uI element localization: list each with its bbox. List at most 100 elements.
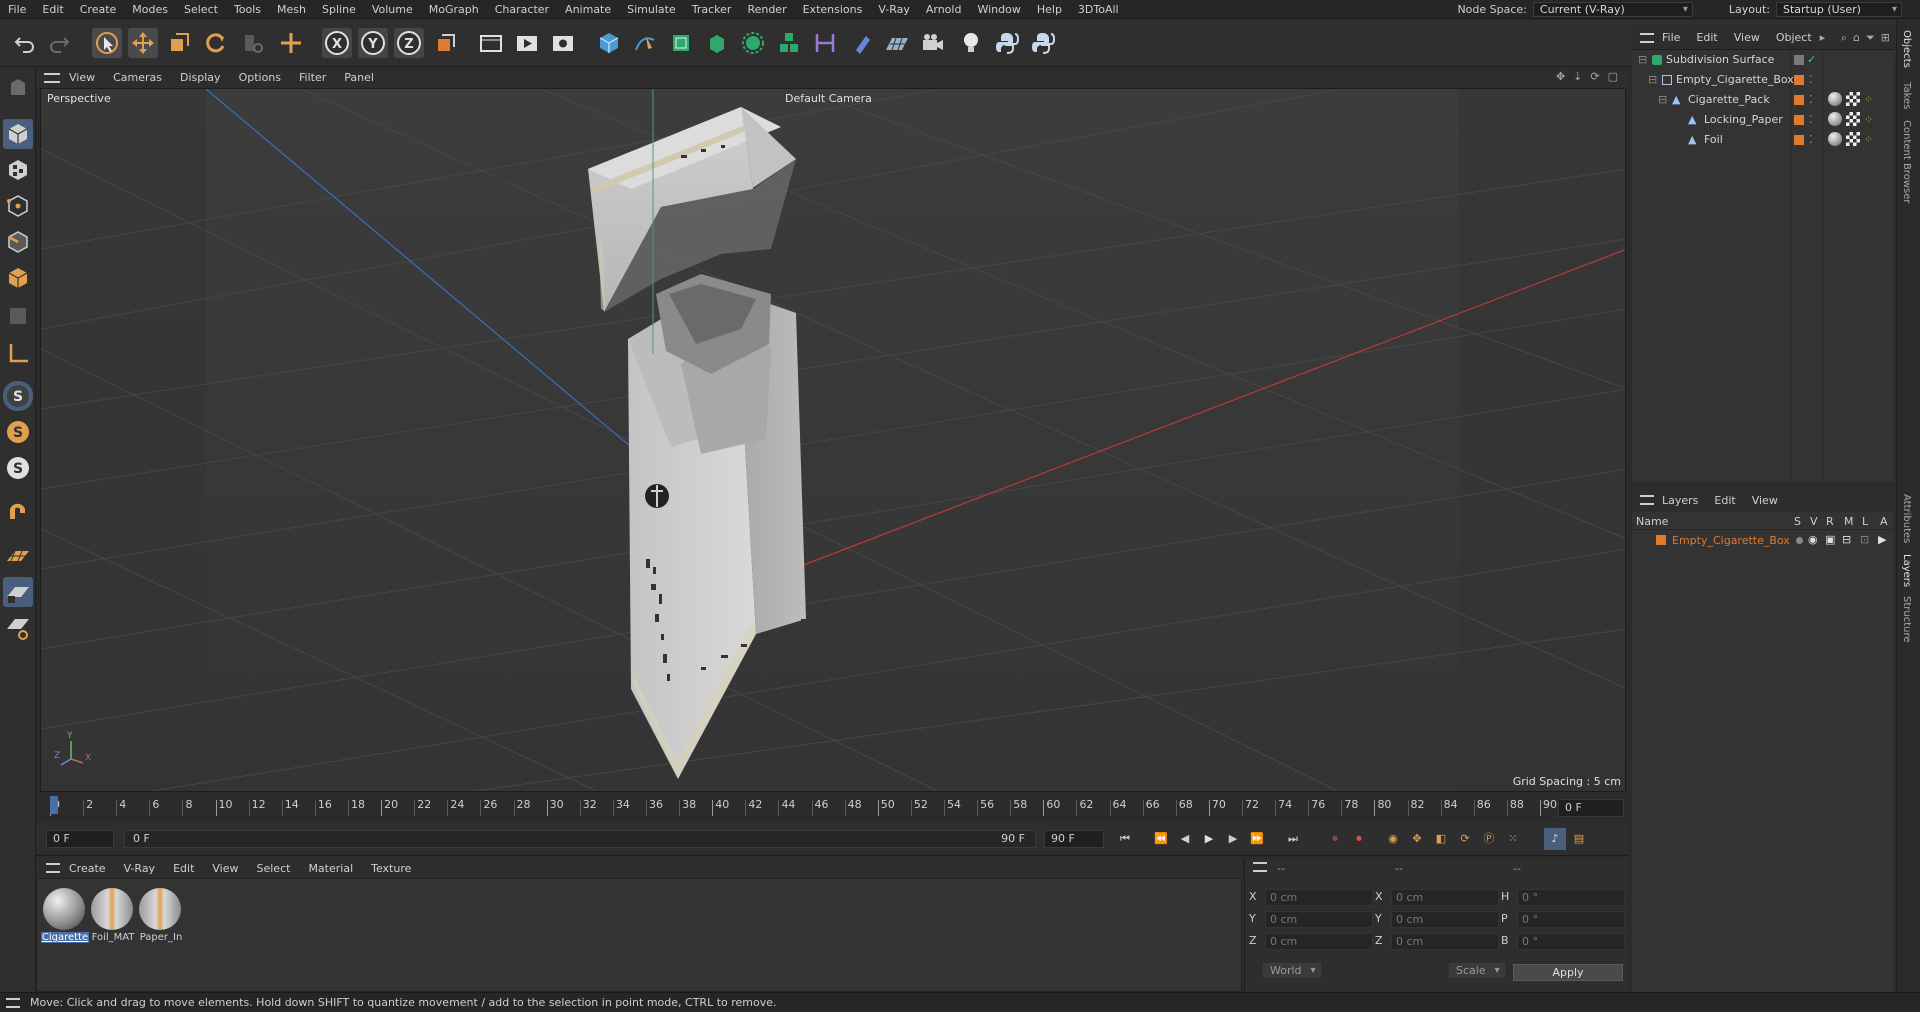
next-key-icon[interactable]: ⏩	[1246, 828, 1268, 850]
menu-create[interactable]: Create	[72, 0, 125, 19]
x-axis-lock-icon[interactable]: X	[322, 28, 352, 58]
prev-key-icon[interactable]: ⏪	[1150, 828, 1172, 850]
menu-arnold[interactable]: Arnold	[918, 0, 970, 19]
uvw-tag-icon[interactable]	[1846, 112, 1860, 126]
material-menu-create[interactable]: Create	[60, 862, 115, 875]
menu-tools[interactable]: Tools	[226, 0, 269, 19]
render-picture-viewer-icon[interactable]	[512, 28, 542, 58]
pen-spline-icon[interactable]	[630, 28, 660, 58]
menu-3dtoall[interactable]: 3DToAll	[1070, 0, 1127, 19]
go-to-end-icon[interactable]: ⏭	[1282, 828, 1304, 850]
deformer-icon[interactable]	[810, 28, 840, 58]
uvw-tag-icon[interactable]	[1846, 92, 1860, 106]
rotation-h-field[interactable]: 0 °	[1517, 889, 1625, 906]
tab-takes[interactable]: Takes	[1901, 82, 1912, 109]
menu-mesh[interactable]: Mesh	[269, 0, 314, 19]
position-y-field[interactable]: 0 cm	[1265, 911, 1373, 928]
material-hamburger-icon[interactable]	[46, 863, 60, 873]
tree-row-empty-cigarette-box[interactable]: ⊟ Empty_Cigarette_Box ⁚	[1632, 70, 1894, 90]
material-menu-material[interactable]: Material	[299, 862, 362, 875]
menu-edit[interactable]: Edit	[34, 0, 71, 19]
layer-name[interactable]: Empty_Cigarette_Box	[1672, 534, 1790, 547]
object-menu-object[interactable]: Object	[1768, 31, 1820, 44]
phong-tag-icon[interactable]: ⁘	[1864, 110, 1873, 130]
next-frame-icon[interactable]: ▶	[1222, 828, 1244, 850]
object-menu-edit[interactable]: Edit	[1688, 31, 1725, 44]
autokey-icon[interactable]: ⏺	[1348, 828, 1370, 850]
solo-hierarchy-icon[interactable]: S	[3, 417, 33, 447]
object-hamburger-icon[interactable]	[1640, 32, 1654, 43]
key-scale-icon[interactable]: ◧	[1430, 828, 1452, 850]
workplane-icon[interactable]	[3, 541, 33, 571]
y-axis-lock-icon[interactable]: Y	[358, 28, 388, 58]
menu-file[interactable]: File	[0, 0, 34, 19]
material-swatch[interactable]: Paper_In	[137, 886, 183, 948]
menu-character[interactable]: Character	[487, 0, 557, 19]
3d-viewport[interactable]: Perspective Default Camera Grid Spacing …	[40, 88, 1626, 792]
search-icon[interactable]: ⌕	[1841, 31, 1847, 45]
layer-color-icon[interactable]	[1794, 95, 1804, 105]
prev-frame-icon[interactable]: ◀	[1174, 828, 1196, 850]
more-menu-icon[interactable]: ▸	[1820, 31, 1826, 44]
layer-menu-view[interactable]: View	[1744, 494, 1786, 507]
menu-window[interactable]: Window	[969, 0, 1028, 19]
enabled-check-icon[interactable]: ✓	[1807, 50, 1816, 70]
add-object-icon[interactable]	[276, 28, 306, 58]
viewport-menu-cameras[interactable]: Cameras	[104, 71, 171, 84]
material-menu-view[interactable]: View	[203, 862, 247, 875]
menu-select[interactable]: Select	[176, 0, 226, 19]
menu-help[interactable]: Help	[1029, 0, 1070, 19]
node-space-dropdown[interactable]: Current (V-Ray)	[1532, 2, 1693, 17]
position-x-field[interactable]: 0 cm	[1265, 889, 1373, 906]
current-frame-field[interactable]: 0 F	[1558, 799, 1624, 817]
snap-magnet-icon[interactable]	[3, 497, 33, 527]
visibility-dots-icon[interactable]: ⁚	[1809, 70, 1813, 90]
material-menu-edit[interactable]: Edit	[164, 862, 203, 875]
menu-animate[interactable]: Animate	[557, 0, 619, 19]
mograph-cubes-icon[interactable]	[774, 28, 804, 58]
select-recent-icon[interactable]	[238, 28, 268, 58]
layer-animation-icon[interactable]: ▶	[1878, 533, 1886, 546]
layer-color-icon[interactable]	[1794, 115, 1804, 125]
material-swatch[interactable]: Cigarette	[41, 886, 89, 948]
light-icon[interactable]	[956, 28, 986, 58]
floor-icon[interactable]	[882, 28, 912, 58]
play-icon[interactable]: ▶	[1198, 828, 1220, 850]
rotation-p-field[interactable]: 0 °	[1517, 911, 1625, 928]
layer-menu-layers[interactable]: Layers	[1654, 494, 1706, 507]
viewport-maximize-icon[interactable]: ▢	[1608, 70, 1618, 83]
end-frame-field[interactable]: 90 F	[1044, 830, 1104, 848]
texture-mode-icon[interactable]	[3, 155, 33, 185]
object-menu-view[interactable]: View	[1726, 31, 1768, 44]
size-x-field[interactable]: 0 cm	[1391, 889, 1499, 906]
home-icon[interactable]: ⌂	[1853, 31, 1860, 45]
redo-icon[interactable]	[44, 28, 74, 58]
viewport-zoom-icon[interactable]: ⇣	[1573, 70, 1582, 83]
size-y-field[interactable]: 0 cm	[1391, 911, 1499, 928]
layer-visible-eye-icon[interactable]: ◉	[1808, 533, 1818, 546]
coordinate-system-icon[interactable]	[432, 28, 462, 58]
layer-menu-edit[interactable]: Edit	[1706, 494, 1743, 507]
make-editable-icon[interactable]	[3, 73, 33, 103]
tab-objects[interactable]: Objects	[1901, 30, 1912, 68]
key-pla-icon[interactable]: ⁙	[1502, 828, 1524, 850]
menu-volume[interactable]: Volume	[364, 0, 421, 19]
material-swatch[interactable]: Foil_MAT	[89, 886, 135, 948]
viewport-menu-view[interactable]: View	[60, 71, 104, 84]
key-rotation-icon[interactable]: ⟳	[1454, 828, 1476, 850]
menu-render[interactable]: Render	[739, 0, 794, 19]
layer-color-icon[interactable]	[1794, 75, 1804, 85]
undo-icon[interactable]	[10, 28, 40, 58]
camera-label[interactable]: Default Camera	[785, 92, 872, 105]
tab-content-browser[interactable]: Content Browser	[1901, 120, 1912, 203]
layer-color-swatch[interactable]	[1656, 535, 1666, 545]
camera-icon[interactable]	[918, 28, 948, 58]
phong-tag-icon[interactable]: ⁘	[1864, 90, 1873, 110]
viewport-menu-panel[interactable]: Panel	[335, 71, 383, 84]
key-param-icon[interactable]: Ⓟ	[1478, 828, 1500, 850]
material-menu-select[interactable]: Select	[248, 862, 300, 875]
axis-mode-icon[interactable]	[3, 339, 33, 369]
keyframe-selection-icon[interactable]: ◉	[1382, 828, 1404, 850]
cloner-icon[interactable]	[738, 28, 768, 58]
coords-hamburger-icon[interactable]	[1253, 862, 1267, 872]
